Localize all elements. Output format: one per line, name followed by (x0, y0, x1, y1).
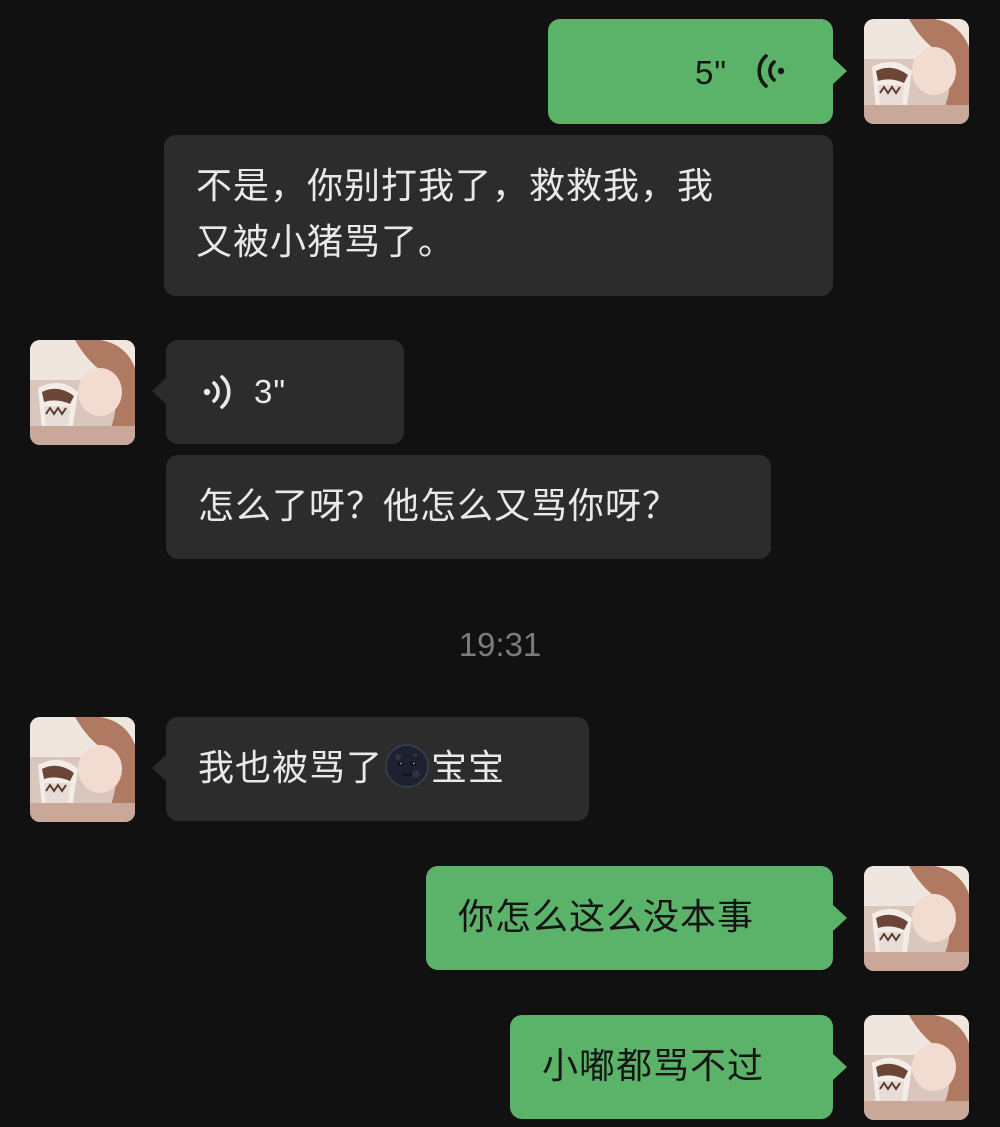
outgoing-text-bubble[interactable]: 不是，你别打我了，救救我，我 又被小猪骂了。 (164, 135, 833, 296)
bubble-tail (833, 58, 847, 84)
message-text-line: 又被小猪骂了。 (196, 222, 456, 263)
my-avatar[interactable] (864, 866, 969, 971)
voice-duration: 3" (254, 373, 287, 410)
incoming-text-bubble[interactable]: 我也被骂了 宝宝 (166, 717, 589, 821)
avatar-photo (864, 866, 969, 971)
message-text: 你怎么这么没本事 (458, 897, 755, 938)
avatar-photo (864, 19, 969, 124)
chat-timestamp: 19:31 (458, 626, 542, 663)
bubble-tail (152, 378, 166, 404)
message-text-line: 不是，你别打我了，救救我，我 (196, 166, 715, 207)
my-avatar[interactable] (864, 1015, 969, 1120)
incoming-voice-bubble[interactable]: 3" (166, 340, 404, 444)
avatar-photo (30, 340, 135, 445)
voice-duration: 5" (695, 54, 728, 91)
avatar-photo (30, 717, 135, 822)
bubble-tail (152, 755, 166, 781)
message-text: 我也被骂了 (198, 748, 384, 789)
contact-avatar[interactable] (30, 340, 135, 445)
my-avatar[interactable] (864, 19, 969, 124)
new-moon-face-emoji (385, 744, 429, 788)
incoming-text-bubble[interactable]: 怎么了呀？他怎么又骂你呀？ (166, 455, 771, 559)
bubble-tail (833, 905, 847, 931)
outgoing-voice-bubble[interactable]: 5" (548, 19, 833, 124)
outgoing-text-bubble[interactable]: 你怎么这么没本事 (426, 866, 833, 970)
outgoing-text-bubble[interactable]: 小嘟都骂不过 (510, 1015, 833, 1119)
message-text: 宝宝 (431, 748, 506, 789)
message-text: 小嘟都骂不过 (542, 1046, 765, 1087)
avatar-photo (864, 1015, 969, 1120)
voice-wave-icon (757, 54, 785, 88)
contact-avatar[interactable] (30, 717, 135, 822)
voice-wave-icon (203, 375, 231, 409)
message-text: 怎么了呀？他怎么又骂你呀？ (198, 486, 680, 527)
bubble-tail (833, 1054, 847, 1080)
